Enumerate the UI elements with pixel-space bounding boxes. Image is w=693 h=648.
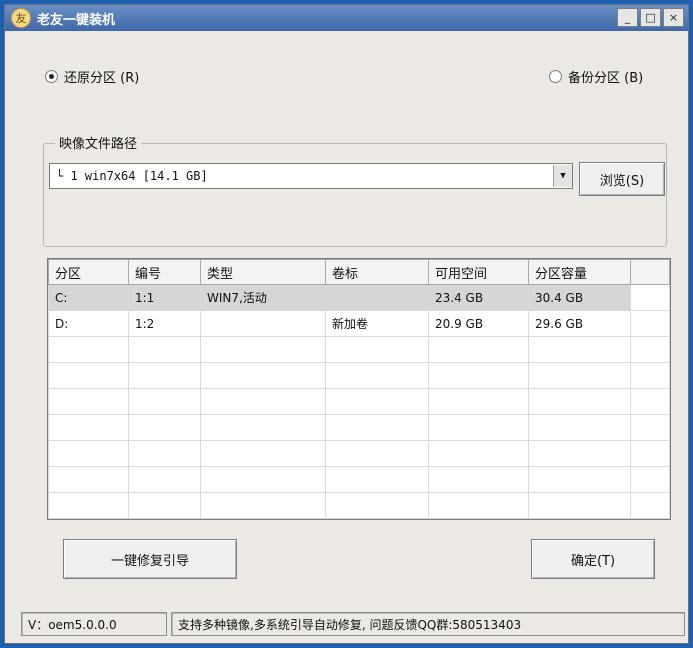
window-controls: _ □ × — [617, 8, 684, 27]
repair-boot-button[interactable]: 一键修复引导 — [63, 539, 237, 579]
cell-filler — [630, 284, 670, 311]
cell-partition: C: — [48, 284, 129, 311]
table-row[interactable]: D: 1:2 新加卷 20.9 GB 29.6 GB — [48, 310, 670, 337]
column-header-number[interactable]: 编号 — [128, 259, 201, 285]
cell-free-space: 20.9 GB — [428, 310, 529, 337]
version-label: V：oem5.0.0.0 — [21, 612, 167, 636]
cell-number: 1:1 — [128, 284, 201, 311]
image-path-select[interactable]: └ 1 win7x64 [14.1 GB] ▼ — [49, 163, 573, 189]
empty-row — [48, 388, 670, 415]
backup-partition-option[interactable]: 备份分区 (B) — [549, 67, 643, 86]
empty-row — [48, 492, 670, 519]
cell-capacity: 30.4 GB — [528, 284, 631, 311]
empty-row — [48, 336, 670, 363]
browse-button[interactable]: 浏览(S) — [579, 162, 665, 196]
column-header-capacity[interactable]: 分区容量 — [528, 259, 631, 285]
cell-capacity: 29.6 GB — [528, 310, 631, 337]
window-title: 老友一键装机 — [37, 12, 116, 28]
dropdown-arrow-icon[interactable]: ▼ — [553, 165, 572, 187]
cell-partition: D: — [48, 310, 129, 337]
title-bar[interactable]: 友 老友一键装机 _ □ × — [5, 5, 688, 31]
partition-table[interactable]: 分区 编号 类型 卷标 可用空间 分区容量 C: 1:1 WIN7,活动 23.… — [47, 258, 671, 520]
restore-partition-option[interactable]: 还原分区 (R) — [45, 67, 139, 86]
table-header-row: 分区 编号 类型 卷标 可用空间 分区容量 — [48, 259, 670, 285]
column-header-type[interactable]: 类型 — [200, 259, 326, 285]
column-header-label[interactable]: 卷标 — [325, 259, 429, 285]
image-path-group — [43, 143, 667, 247]
main-window: 友 老友一键装机 _ □ × 还原分区 (R) 备份分区 (B) 映像文件路径 … — [4, 4, 689, 644]
status-bar: V：oem5.0.0.0 支持多种镜像,多系统引导自动修复, 问题反馈QQ群:5… — [21, 612, 685, 636]
backup-radio-label: 备份分区 (B) — [568, 71, 644, 86]
image-path-group-label: 映像文件路径 — [55, 133, 142, 152]
empty-row — [48, 414, 670, 441]
restore-radio[interactable] — [45, 70, 58, 83]
cell-free-space: 23.4 GB — [428, 284, 529, 311]
status-message: 支持多种镜像,多系统引导自动修复, 问题反馈QQ群:580513403 — [171, 612, 685, 636]
backup-radio[interactable] — [549, 70, 562, 83]
column-header-free-space[interactable]: 可用空间 — [428, 259, 529, 285]
cell-number: 1:2 — [128, 310, 201, 337]
cell-label — [325, 284, 429, 311]
empty-row — [48, 440, 670, 467]
column-header-partition[interactable]: 分区 — [48, 259, 129, 285]
minimize-button[interactable]: _ — [617, 8, 638, 27]
ok-button[interactable]: 确定(T) — [531, 539, 655, 579]
image-path-value: └ 1 win7x64 [14.1 GB] — [56, 169, 208, 183]
cell-filler — [630, 310, 670, 337]
cell-type — [200, 310, 326, 337]
table-row[interactable]: C: 1:1 WIN7,活动 23.4 GB 30.4 GB — [48, 284, 670, 311]
app-logo-icon: 友 — [11, 8, 31, 28]
close-button[interactable]: × — [663, 8, 684, 27]
empty-row — [48, 466, 670, 493]
empty-row — [48, 362, 670, 389]
column-header-filler — [630, 259, 670, 285]
restore-radio-label: 还原分区 (R) — [64, 71, 140, 86]
maximize-button[interactable]: □ — [640, 8, 661, 27]
cell-type: WIN7,活动 — [200, 284, 326, 311]
cell-label: 新加卷 — [325, 310, 429, 337]
